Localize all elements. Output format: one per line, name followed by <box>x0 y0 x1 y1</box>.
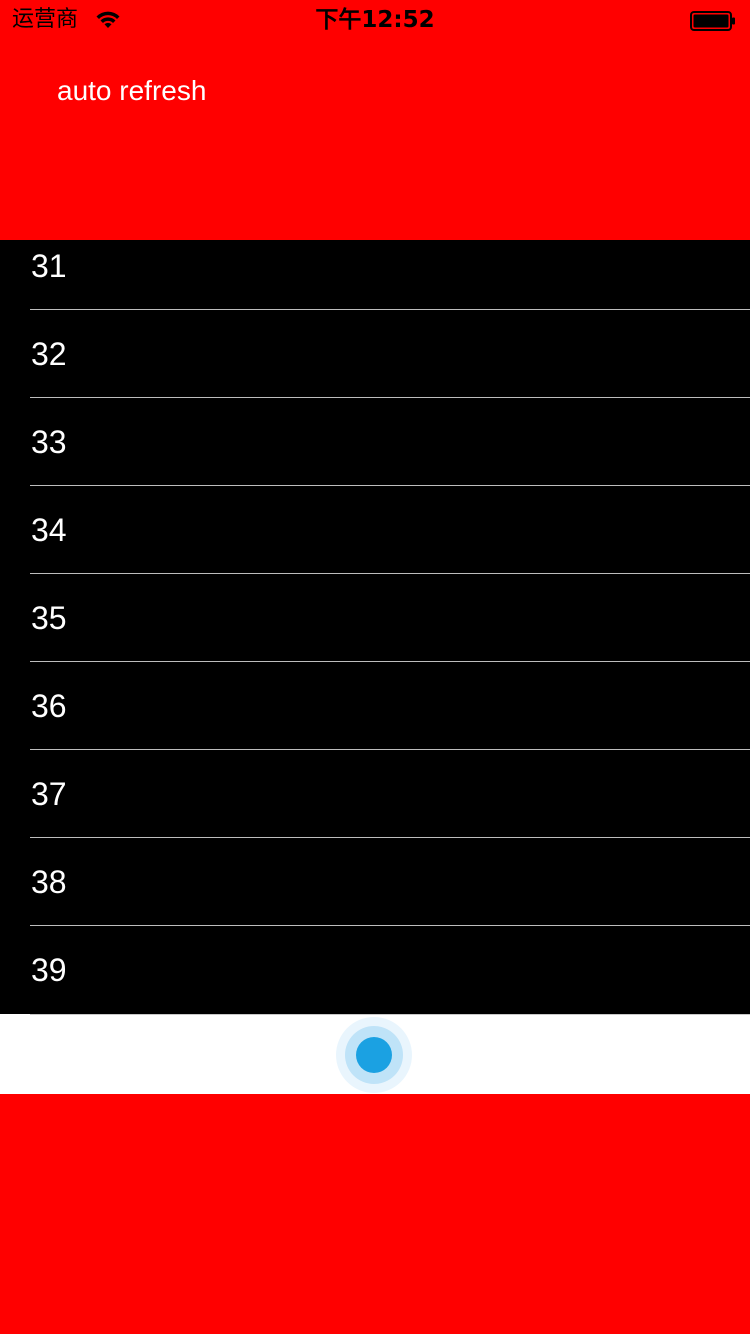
list-item-label: 33 <box>31 424 67 460</box>
list-item-label: 38 <box>31 864 67 900</box>
load-more-footer <box>0 1014 750 1094</box>
list-item[interactable]: 33 <box>0 398 750 486</box>
page-title: auto refresh <box>57 75 207 106</box>
list-item[interactable]: 34 <box>0 486 750 574</box>
list-item[interactable]: 39 <box>0 926 750 1014</box>
list-item[interactable]: 36 <box>0 662 750 750</box>
list-item-label: 31 <box>31 248 67 284</box>
list-item[interactable]: 35 <box>0 574 750 662</box>
loading-spinner-icon <box>336 1017 412 1093</box>
list-item-label: 34 <box>31 512 67 548</box>
list-item[interactable]: 31 <box>0 240 750 310</box>
status-clock: 下午12:52 <box>315 7 435 33</box>
list-item[interactable]: 38 <box>0 838 750 926</box>
list-item-label: 35 <box>31 600 67 636</box>
status-bar: 运营商 下午12:52 <box>0 0 750 40</box>
list-item-label: 39 <box>31 952 67 988</box>
list-item-label: 36 <box>31 688 67 724</box>
list-item[interactable]: 32 <box>0 310 750 398</box>
list-item-label: 37 <box>31 776 67 812</box>
list-item-label: 32 <box>31 336 67 372</box>
list-item[interactable]: 37 <box>0 750 750 838</box>
battery-full-icon <box>690 11 735 31</box>
footer-divider <box>30 1014 750 1015</box>
number-list[interactable]: 31 32 33 34 35 36 37 38 39 <box>0 240 750 1014</box>
